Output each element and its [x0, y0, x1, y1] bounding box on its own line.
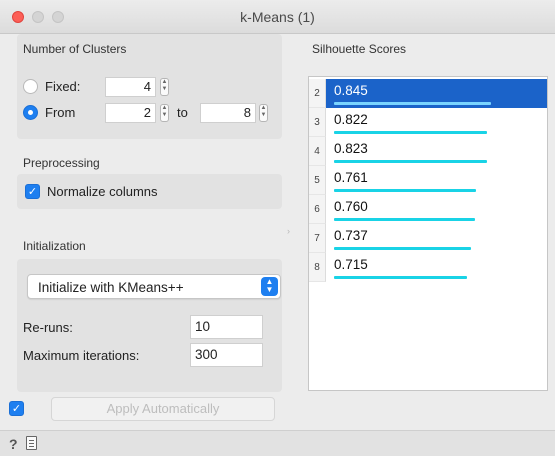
splitter-handle-icon[interactable]: › [287, 226, 290, 236]
preprocessing-title: Preprocessing [23, 156, 100, 170]
fixed-stepper-arrows-icon[interactable]: ▲ ▼ [160, 78, 169, 96]
cluster-count-label: 4 [309, 137, 326, 166]
silhouette-score-bar [334, 247, 471, 250]
clusters-box: Number of Clusters Fixed: 4 ▲ ▼ From 2 ▲ ▼… [17, 34, 282, 139]
silhouette-score-value: 0.761 [334, 170, 368, 185]
from-stepper-arrows-icon[interactable]: ▲ ▼ [160, 104, 169, 122]
silhouette-score-value: 0.737 [334, 228, 368, 243]
cluster-count-label: 5 [309, 166, 326, 195]
silhouette-score-bar [334, 102, 491, 105]
initialization-title: Initialization [23, 239, 86, 253]
fixed-radio[interactable] [23, 79, 38, 94]
cluster-count-label: 2 [309, 79, 326, 108]
silhouette-score-bar [334, 160, 487, 163]
normalize-checkbox[interactable]: ✓ [25, 184, 40, 199]
silhouette-score-value: 0.715 [334, 257, 368, 272]
settings-panel: Number of Clusters Fixed: 4 ▲ ▼ From 2 ▲ ▼… [17, 34, 282, 392]
fixed-spinbox[interactable]: 4 [105, 77, 156, 97]
silhouette-score-value: 0.823 [334, 141, 368, 156]
to-label: to [177, 105, 188, 120]
help-icon[interactable]: ? [9, 436, 18, 452]
cluster-count-label: 3 [309, 108, 326, 137]
clusters-title: Number of Clusters [23, 42, 127, 56]
reruns-label: Re-runs: [23, 320, 73, 335]
cluster-count-label: 6 [309, 195, 326, 224]
silhouette-list[interactable]: 2 0.845 3 0.822 4 0.823 5 0.761 6 0.760 7 0.737 8 0.7… [308, 76, 548, 391]
reruns-field[interactable]: 10 [190, 315, 263, 339]
initialization-box: Initialize with KMeans++ ▲ ▼ Re-runs: 10 … [17, 259, 282, 392]
silhouette-score-bar [334, 131, 487, 134]
silhouette-score-value: 0.760 [334, 199, 368, 214]
report-document-icon[interactable] [26, 436, 37, 450]
max-iterations-label: Maximum iterations: [23, 348, 140, 363]
silhouette-title: Silhouette Scores [312, 42, 407, 56]
silhouette-row[interactable]: 5 0.761 [309, 166, 547, 195]
cluster-count-label: 7 [309, 224, 326, 253]
silhouette-row[interactable]: 7 0.737 [309, 224, 547, 253]
silhouette-score-value: 0.822 [334, 112, 368, 127]
silhouette-row[interactable]: 2 0.845 [309, 79, 547, 108]
from-label: From [45, 105, 76, 120]
apply-button[interactable]: Apply Automatically [51, 397, 275, 421]
init-method-select[interactable]: Initialize with KMeans++ ▲ ▼ [27, 274, 281, 299]
silhouette-score-bar [334, 218, 475, 221]
from-radio[interactable] [23, 105, 38, 120]
max-iterations-field[interactable]: 300 [190, 343, 263, 367]
cluster-count-label: 8 [309, 253, 326, 282]
silhouette-row[interactable]: 4 0.823 [309, 137, 547, 166]
silhouette-score-value: 0.845 [334, 83, 368, 98]
to-stepper-arrows-icon[interactable]: ▲ ▼ [259, 104, 268, 122]
title-bar: k-Means (1) [0, 0, 555, 34]
select-arrows-icon[interactable]: ▲ ▼ [261, 277, 278, 296]
init-method-value: Initialize with KMeans++ [38, 280, 184, 295]
silhouette-score-bar [334, 276, 467, 279]
silhouette-row[interactable]: 8 0.715 [309, 253, 547, 282]
silhouette-row[interactable]: 6 0.760 [309, 195, 547, 224]
window-title: k-Means (1) [240, 9, 315, 25]
auto-apply-checkbox[interactable]: ✓ [9, 401, 24, 416]
silhouette-row[interactable]: 3 0.822 [309, 108, 547, 137]
status-bar: ? [0, 430, 555, 456]
silhouette-score-bar [334, 189, 476, 192]
fixed-label: Fixed: [45, 79, 81, 94]
normalize-label: Normalize columns [47, 184, 158, 199]
from-spinbox[interactable]: 2 [105, 103, 156, 123]
to-spinbox[interactable]: 8 [200, 103, 256, 123]
preprocessing-box: ✓ Normalize columns [17, 174, 282, 209]
